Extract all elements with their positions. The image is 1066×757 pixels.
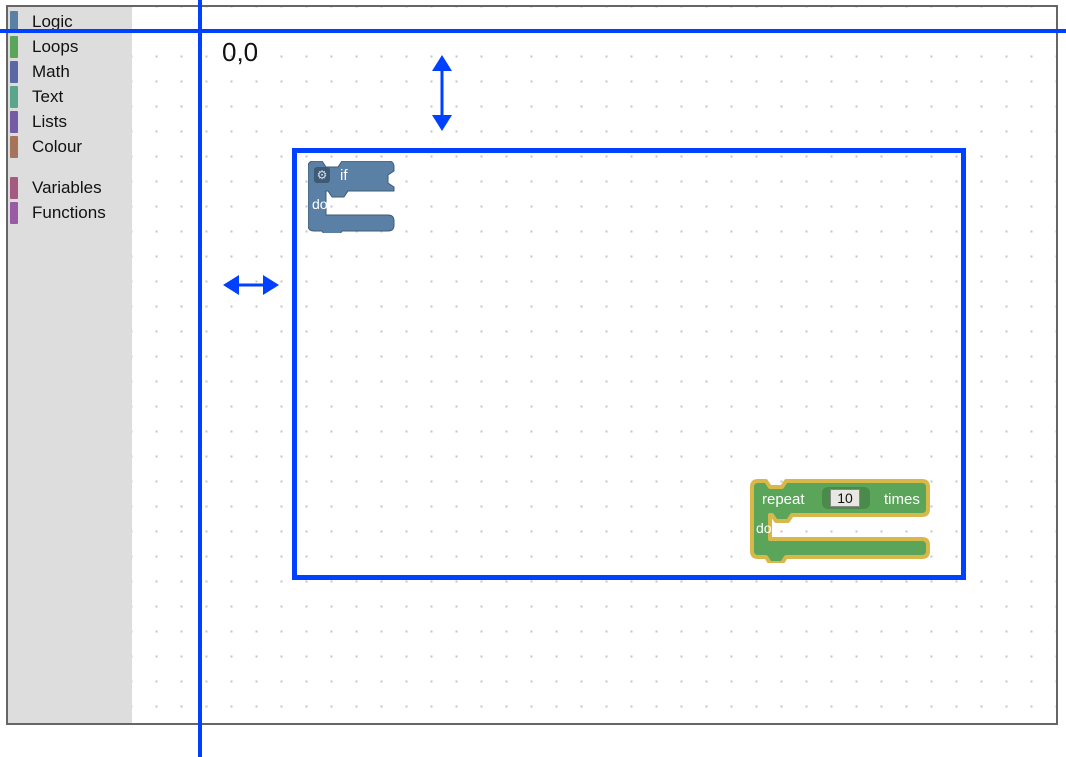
category-functions[interactable]: Functions	[8, 200, 132, 225]
category-color-swatch	[10, 11, 18, 33]
gear-icon[interactable]: ⚙	[317, 168, 328, 182]
category-math[interactable]: Math	[8, 59, 132, 84]
if-do-label: do	[312, 196, 328, 212]
repeat-label: repeat	[762, 491, 805, 508]
if-label: if	[340, 167, 348, 184]
toolbox-sidebar: Logic Loops Math Text Lists Colour Variables F…	[8, 7, 132, 723]
editor-frame: Logic Loops Math Text Lists Colour Variables F…	[6, 5, 1058, 725]
category-colour[interactable]: Colour	[8, 134, 132, 159]
category-color-swatch	[10, 136, 18, 158]
category-label: Text	[32, 87, 63, 107]
category-label: Math	[32, 62, 70, 82]
block-repeat[interactable]: repeat times do	[748, 479, 934, 568]
category-color-swatch	[10, 86, 18, 108]
category-label: Logic	[32, 12, 73, 32]
category-color-swatch	[10, 36, 18, 58]
category-color-swatch	[10, 61, 18, 83]
category-color-swatch	[10, 111, 18, 133]
category-loops[interactable]: Loops	[8, 34, 132, 59]
category-text[interactable]: Text	[8, 84, 132, 109]
repeat-do-label: do	[756, 520, 772, 536]
category-label: Lists	[32, 112, 67, 132]
category-color-swatch	[10, 177, 18, 199]
category-lists[interactable]: Lists	[8, 109, 132, 134]
workspace-canvas[interactable]	[132, 7, 1056, 723]
category-label: Colour	[32, 137, 82, 157]
category-logic[interactable]: Logic	[8, 9, 132, 34]
times-label: times	[884, 491, 920, 508]
category-label: Functions	[32, 203, 106, 223]
block-if[interactable]: ⚙ if do	[308, 161, 400, 238]
category-color-swatch	[10, 202, 18, 224]
category-label: Variables	[32, 178, 102, 198]
category-label: Loops	[32, 37, 78, 57]
repeat-count-input[interactable]	[830, 489, 860, 507]
category-variables[interactable]: Variables	[8, 175, 132, 200]
